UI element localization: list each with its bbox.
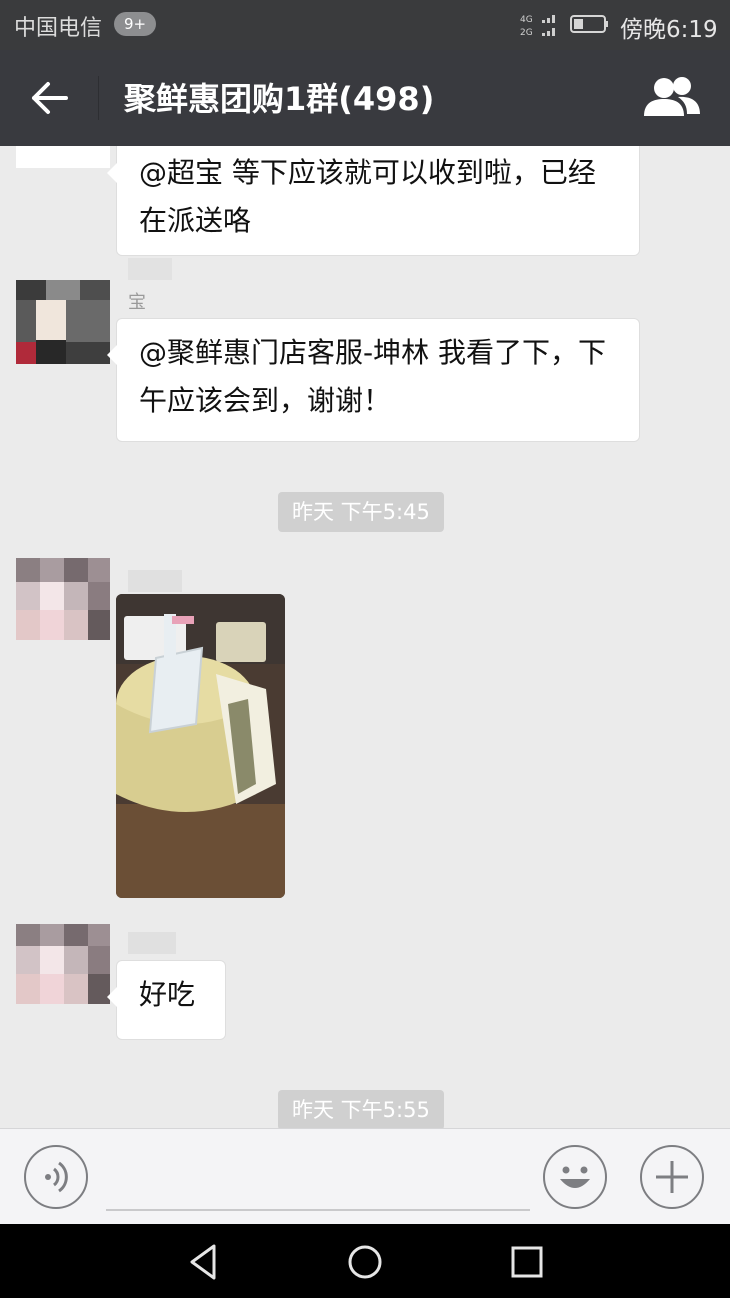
- emoji-icon: [560, 1166, 590, 1188]
- plus-icon: [656, 1161, 688, 1193]
- status-bar: 中国电信 9+ 4G 2G 傍晚6:19: [0, 0, 730, 50]
- title-divider: [98, 76, 99, 120]
- nav-back-button[interactable]: [182, 1240, 226, 1284]
- nav-recents-button[interactable]: [505, 1240, 549, 1284]
- signal-icon: 4G 2G: [520, 15, 555, 38]
- avatar[interactable]: [16, 558, 110, 640]
- voice-button[interactable]: [24, 1145, 88, 1209]
- message-bubble[interactable]: @聚鲜惠门店客服-坤林 我看了下，下午应该会到，谢谢！: [107, 318, 640, 442]
- square-recents-icon: [511, 1246, 543, 1278]
- system-nav-bar: [0, 1224, 730, 1298]
- nav-home-button[interactable]: [343, 1240, 387, 1284]
- message-bubble[interactable]: 好吃: [107, 960, 226, 1040]
- emoji-button[interactable]: [543, 1145, 607, 1209]
- voice-icon: [45, 1161, 68, 1193]
- battery-icon: [570, 15, 608, 33]
- plus-button[interactable]: [640, 1145, 704, 1209]
- arrow-left-icon: [32, 82, 68, 114]
- message-text: @超宝 等下应该就可以收到啦，已经在派送咯: [139, 156, 596, 237]
- chat-area[interactable]: @超宝 等下应该就可以收到啦，已经在派送咯 宝 @聚鲜惠门店客服-坤林 我看了下…: [0, 146, 730, 1128]
- clock: 傍晚6:19: [620, 17, 718, 43]
- back-button[interactable]: [24, 72, 76, 124]
- timestamp-divider: 昨天 下午5:55: [278, 1090, 444, 1128]
- group-members-button[interactable]: [640, 72, 704, 124]
- message-input[interactable]: [106, 1149, 530, 1211]
- sender-nickname: 宝: [128, 292, 146, 313]
- avatar[interactable]: [16, 280, 110, 364]
- network-top-label: 4G: [520, 15, 533, 25]
- input-bar: [0, 1128, 730, 1225]
- sender-nickname: [128, 258, 172, 280]
- group-members-icon: [644, 77, 700, 116]
- network-bottom-label: 2G: [520, 28, 533, 38]
- cake-image: [116, 594, 285, 898]
- avatar[interactable]: [16, 924, 110, 1004]
- carrier-label: 中国电信: [14, 16, 103, 41]
- title-bar: 聚鲜惠团购1群(498): [0, 50, 730, 146]
- notification-badge: 9+: [114, 12, 157, 36]
- sender-nickname: [128, 932, 176, 954]
- avatar[interactable]: [16, 146, 110, 168]
- chat-title: 聚鲜惠团购1群(498): [124, 80, 435, 118]
- timestamp-divider: 昨天 下午5:45: [278, 492, 444, 532]
- message-bubble[interactable]: @超宝 等下应该就可以收到啦，已经在派送咯: [107, 146, 640, 256]
- circle-home-icon: [348, 1245, 382, 1279]
- triangle-back-icon: [190, 1244, 216, 1280]
- message-text: @聚鲜惠门店客服-坤林 我看了下，下午应该会到，谢谢！: [139, 336, 607, 417]
- sender-nickname: [128, 570, 182, 592]
- message-image[interactable]: [116, 594, 285, 898]
- message-text: 好吃: [139, 978, 196, 1011]
